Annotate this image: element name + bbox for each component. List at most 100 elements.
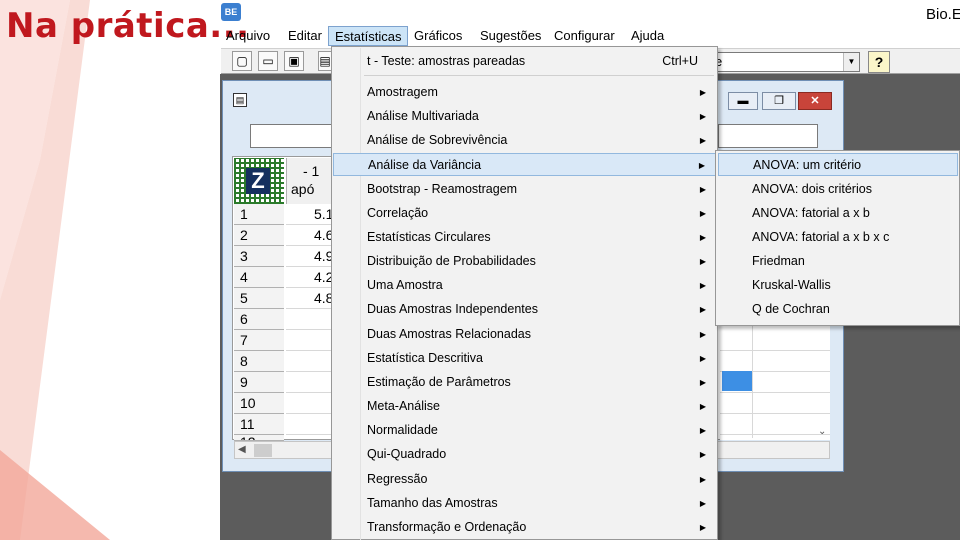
- chevron-down-icon[interactable]: ▼: [843, 53, 859, 71]
- submenu-arrow-icon: ▶: [699, 523, 706, 532]
- minimize-button[interactable]: ▬: [728, 92, 758, 110]
- menu-item-estimacao-parametros[interactable]: Estimação de Parâmetros ▶: [333, 371, 716, 394]
- grid-cell[interactable]: 4.6: [286, 225, 334, 246]
- scroll-down-icon[interactable]: ⌄: [818, 426, 826, 437]
- menu-item-distribuicao-probabilidades[interactable]: Distribuição de Probabilidades ▶: [333, 250, 716, 273]
- submenu-arrow-icon: ▶: [699, 475, 706, 484]
- menu-item-tamanho-amostras[interactable]: Tamanho das Amostras ▶: [333, 492, 716, 515]
- new-file-icon[interactable]: ▢: [232, 51, 252, 71]
- menu-item-analise-sobrevivencia[interactable]: Análise de Sobrevivência ▶: [333, 129, 716, 152]
- menu-item-t-test[interactable]: t - Teste: amostras pareadas Ctrl+U: [333, 50, 716, 73]
- row-header[interactable]: 9: [234, 372, 284, 393]
- menu-ajuda[interactable]: Ajuda: [631, 26, 664, 46]
- menu-editar[interactable]: Editar: [288, 26, 322, 46]
- submenu-item-anova-um-criterio[interactable]: ANOVA: um critério: [718, 153, 958, 176]
- grid-cell[interactable]: 4.2: [286, 267, 334, 288]
- scroll-left-icon[interactable]: ◀: [238, 444, 246, 455]
- menu-sugestoes[interactable]: Sugestões: [480, 26, 541, 46]
- submenu-item-kruskal-wallis[interactable]: Kruskal-Wallis: [718, 274, 958, 297]
- row-header[interactable]: 8: [234, 351, 284, 372]
- submenu-arrow-icon: ▶: [699, 426, 706, 435]
- submenu-item-anova-fatorial-axb[interactable]: ANOVA: fatorial a x b: [718, 202, 958, 225]
- grid-cell[interactable]: [720, 330, 830, 351]
- grid-cell[interactable]: [286, 351, 334, 372]
- grid-cell[interactable]: 4.8: [286, 288, 334, 309]
- row-header[interactable]: 7: [234, 330, 284, 351]
- submenu-item-anova-fatorial-axbxc[interactable]: ANOVA: fatorial a x b x c: [718, 226, 958, 249]
- grid-cell[interactable]: 4.9: [286, 246, 334, 267]
- open-folder-icon[interactable]: ▭: [258, 51, 278, 71]
- window-title: Bio.Es: [926, 6, 960, 23]
- row-header[interactable]: 11: [234, 414, 284, 435]
- submenu-arrow-icon: ▶: [699, 305, 706, 314]
- menu-item-duas-amostras-relacionadas[interactable]: Duas Amostras Relacionadas ▶: [333, 323, 716, 346]
- menu-item-transformacao-ordenacao[interactable]: Transformação e Ordenação ▶: [333, 516, 716, 539]
- scrollbar-thumb[interactable]: [254, 444, 272, 457]
- submenu-arrow-icon: ▶: [699, 330, 706, 339]
- maximize-button[interactable]: ❐: [762, 92, 796, 110]
- menu-item-amostragem[interactable]: Amostragem ▶: [333, 81, 716, 104]
- row-header[interactable]: 1: [234, 204, 284, 225]
- menu-separator: [364, 75, 714, 76]
- grid-cell[interactable]: [286, 393, 334, 414]
- close-button[interactable]: ✕: [798, 92, 832, 110]
- submenu-arrow-icon: ▶: [699, 378, 706, 387]
- grid-divider: [752, 310, 753, 438]
- menu-arquivo[interactable]: Arquivo: [226, 26, 270, 46]
- row-header[interactable]: 4: [234, 267, 284, 288]
- submenu-arrow-icon: ▶: [699, 450, 706, 459]
- menu-item-duas-amostras-independentes[interactable]: Duas Amostras Independentes ▶: [333, 298, 716, 321]
- menu-item-meta-analise[interactable]: Meta-Análise ▶: [333, 395, 716, 418]
- submenu-arrow-icon: ▶: [699, 136, 706, 145]
- menu-item-analise-variancia[interactable]: Análise da Variância ▶: [333, 153, 716, 176]
- column-header[interactable]: - 1 apó: [286, 158, 334, 204]
- grid-cell[interactable]: [720, 351, 830, 372]
- menu-shortcut: Ctrl+U: [662, 54, 698, 68]
- submenu-arrow-icon: ▶: [699, 88, 706, 97]
- menu-graficos[interactable]: Gráficos: [414, 26, 462, 46]
- menu-item-estatisticas-circulares[interactable]: Estatísticas Circulares ▶: [333, 226, 716, 249]
- menu-item-regressao[interactable]: Regressão ▶: [333, 468, 716, 491]
- menu-item-bootstrap[interactable]: Bootstrap - Reamostragem ▶: [333, 178, 716, 201]
- menu-configurar[interactable]: Configurar: [554, 26, 615, 46]
- menu-item-normalidade[interactable]: Normalidade ▶: [333, 419, 716, 442]
- grid-cell[interactable]: [286, 330, 334, 351]
- row-header[interactable]: 2: [234, 225, 284, 246]
- menu-estatisticas[interactable]: Estatísticas: [328, 26, 409, 46]
- submenu-arrow-icon: ▶: [699, 112, 706, 121]
- menu-item-uma-amostra[interactable]: Uma Amostra ▶: [333, 274, 716, 297]
- submenu-arrow-icon: ▶: [699, 233, 706, 242]
- menu-item-correlacao[interactable]: Correlação ▶: [333, 202, 716, 225]
- help-button[interactable]: ?: [868, 51, 890, 73]
- submenu-item-q-de-cochran[interactable]: Q de Cochran: [718, 298, 958, 321]
- grid-cell[interactable]: [286, 414, 334, 435]
- grid-cell[interactable]: [286, 309, 334, 330]
- cell-reference-input[interactable]: [718, 124, 818, 148]
- print-icon[interactable]: ▤: [318, 51, 332, 71]
- submenu-item-anova-dois-criterios[interactable]: ANOVA: dois critérios: [718, 178, 958, 201]
- row-header[interactable]: 6: [234, 309, 284, 330]
- save-icon[interactable]: ▣: [284, 51, 304, 71]
- grid-cell[interactable]: [286, 372, 334, 393]
- submenu-arrow-icon: ▶: [699, 281, 706, 290]
- grid-cell[interactable]: [720, 393, 830, 414]
- toolbar-combo[interactable]: e ▼: [712, 52, 860, 72]
- submenu-arrow-icon: ▶: [699, 354, 706, 363]
- slide-decoration: [0, 0, 110, 540]
- selected-cell[interactable]: [722, 371, 752, 391]
- grid-logo-mark: Z: [246, 168, 270, 194]
- menu-item-estatistica-descritiva[interactable]: Estatística Descritiva ▶: [333, 347, 716, 370]
- column-header-line2: apó: [291, 181, 315, 197]
- cell-input[interactable]: [250, 124, 332, 148]
- menu-item-analise-multivariada[interactable]: Análise Multivariada ▶: [333, 105, 716, 128]
- grid-cell[interactable]: 5.1: [286, 204, 334, 225]
- row-header[interactable]: 3: [234, 246, 284, 267]
- submenu-item-friedman[interactable]: Friedman: [718, 250, 958, 273]
- app-icon: BE: [221, 3, 241, 21]
- menu-bar: Arquivo Editar Estatísticas Gráficos Sug…: [220, 24, 680, 48]
- row-header[interactable]: 10: [234, 393, 284, 414]
- grid-cell[interactable]: [720, 414, 830, 435]
- column-header-line1: - 1: [303, 163, 320, 179]
- menu-item-qui-quadrado[interactable]: Qui-Quadrado ▶: [333, 443, 716, 466]
- row-header[interactable]: 5: [234, 288, 284, 309]
